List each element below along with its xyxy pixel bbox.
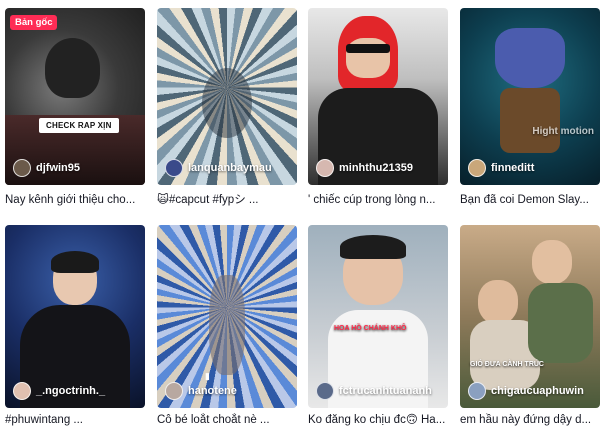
video-author[interactable]: lanquanbaymau	[165, 159, 272, 177]
boar-mask	[495, 28, 565, 88]
avatar	[13, 159, 31, 177]
video-thumbnail[interactable]: GIÓ ĐƯA CÀNH TRÚC chigaucuaphuwin	[460, 225, 600, 408]
username: _.ngoctrinh._	[36, 385, 106, 397]
username: minhthu21359	[339, 162, 413, 174]
video-caption[interactable]: #phuwintang ...	[5, 413, 145, 427]
video-caption[interactable]: Ko đăng ko chịu đc🙃 Ha...	[308, 413, 448, 427]
video-thumbnail[interactable]: Bản gốc CHECK RAP XỊN djfwin95	[5, 8, 145, 185]
video-author[interactable]: hanotene	[165, 382, 237, 400]
avatar	[316, 159, 334, 177]
blurred-figure	[209, 275, 245, 375]
hair	[51, 251, 99, 273]
username: chigaucuaphuwin	[491, 385, 584, 397]
hair	[340, 235, 406, 259]
video-thumbnail[interactable]: Hight motion finneditt	[460, 8, 600, 185]
video-caption[interactable]: ' chiếc cúp trong lòng n...	[308, 193, 448, 207]
video-caption[interactable]: Nay kênh giới thiệu cho...	[5, 193, 145, 207]
username: hanotene	[188, 385, 237, 397]
video-caption[interactable]: em hầu này đứng dậy d...	[460, 413, 600, 427]
video-caption[interactable]: 🙀#capcut #fypシ ...	[157, 193, 297, 207]
video-caption[interactable]: Cô bé loắt choắt nè ...	[157, 413, 297, 427]
username: finneditt	[491, 162, 535, 174]
video-card[interactable]: lanquanbaymau 🙀#capcut #fypシ ...	[157, 8, 297, 207]
video-card[interactable]: HOA HỒ CHÁNH KHÔ fctrucanhtuananh Ko đăn…	[308, 225, 448, 427]
figure-right	[528, 283, 593, 363]
video-thumbnail[interactable]: _.ngoctrinh._	[5, 225, 145, 408]
video-author[interactable]: minhthu21359	[316, 159, 413, 177]
avatar	[13, 382, 31, 400]
username: fctrucanhtuananh	[339, 385, 432, 397]
avatar	[468, 382, 486, 400]
video-author[interactable]: _.ngoctrinh._	[13, 382, 105, 400]
video-card[interactable]: ▮ hanotene Cô bé loắt choắt nè ...	[157, 225, 297, 427]
video-author[interactable]: djfwin95	[13, 159, 80, 177]
video-thumbnail[interactable]: lanquanbaymau	[157, 8, 297, 185]
username: djfwin95	[36, 162, 81, 174]
video-card[interactable]: minhthu21359 ' chiếc cúp trong lòng n...	[308, 8, 448, 207]
avatar	[165, 159, 183, 177]
pin-icon: ▮	[205, 371, 210, 381]
video-thumbnail[interactable]: HOA HỒ CHÁNH KHÔ fctrucanhtuananh	[308, 225, 448, 408]
sunglasses	[346, 44, 390, 53]
video-author[interactable]: fctrucanhtuananh	[316, 382, 432, 400]
video-grid: Bản gốc CHECK RAP XỊN djfwin95 Nay kênh …	[0, 0, 609, 434]
face-right	[532, 240, 572, 284]
video-card[interactable]: GIÓ ĐƯA CÀNH TRÚC chigaucuaphuwin em hầu…	[460, 225, 600, 427]
sticker-text: HOA HỒ CHÁNH KHÔ	[334, 325, 407, 332]
original-badge: Bản gốc	[10, 15, 58, 30]
video-card[interactable]: _.ngoctrinh._ #phuwintang ...	[5, 225, 145, 427]
blurred-figure	[202, 68, 252, 138]
video-author[interactable]: finneditt	[468, 159, 534, 177]
person-shape	[45, 38, 100, 98]
face-left	[478, 280, 518, 324]
sticker-text: GIÓ ĐƯA CÀNH TRÚC	[470, 361, 544, 368]
video-card[interactable]: Bản gốc CHECK RAP XỊN djfwin95 Nay kênh …	[5, 8, 145, 207]
avatar	[316, 382, 334, 400]
username: lanquanbaymau	[188, 162, 272, 174]
video-caption[interactable]: Bạn đã coi Demon Slay...	[460, 193, 600, 207]
video-thumbnail[interactable]: ▮ hanotene	[157, 225, 297, 408]
video-thumbnail[interactable]: minhthu21359	[308, 8, 448, 185]
video-card[interactable]: Hight motion finneditt Bạn đã coi Demon …	[460, 8, 600, 207]
watermark: Hight motion	[532, 126, 594, 137]
check-rap-overlay: CHECK RAP XỊN	[39, 118, 119, 133]
character-body	[500, 88, 560, 153]
avatar	[165, 382, 183, 400]
avatar	[468, 159, 486, 177]
video-author[interactable]: chigaucuaphuwin	[468, 382, 584, 400]
